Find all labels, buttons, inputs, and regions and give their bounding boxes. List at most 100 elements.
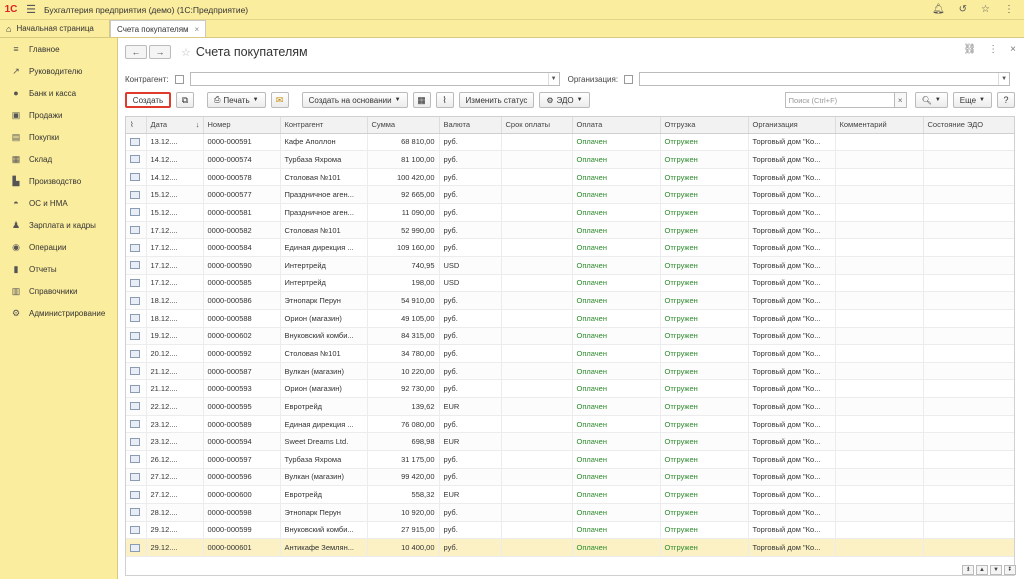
bell-icon[interactable]: 🔔︎ [932,4,945,15]
edo-button[interactable]: ⚙ ЭДО ▼ [539,92,590,108]
table-row[interactable]: 27.12.... 0000-000600 Евротрейд 558,32 EUR Оп… [126,485,1014,504]
table-row[interactable]: 27.12.... 0000-000596 Вулкан (магазин) 99 4… [126,468,1014,487]
more-icon[interactable]: ⋮ [1004,4,1014,15]
table-row[interactable]: 20.12.... 0000-000592 Столовая №101 34 780,… [126,344,1014,363]
cell-currency: руб. [439,185,502,205]
column-header[interactable]: Оплата [572,117,661,134]
column-header[interactable]: Состояние ЭДО [923,117,1014,134]
first-page-icon[interactable]: ⏫︎ [962,565,974,575]
chevron-down-icon[interactable]: ▼ [547,73,559,85]
column-header[interactable]: Отгрузка [660,117,749,134]
cell-organization: Торговый дом "Ко... [748,168,836,187]
document-structure-icon[interactable]: ▦ [412,92,431,108]
close-icon[interactable]: × [1010,44,1016,55]
table-row[interactable]: 17.12.... 0000-000582 Столовая №101 52 990,… [126,221,1014,240]
invoices-table[interactable]: ⌇ Дата ↓ Номер Контрагент Сумма Валюта Ср… [125,116,1015,576]
search-input[interactable]: Поиск (Ctrl+F) [784,92,895,108]
table-row[interactable]: 29.12.... 0000-000599 Внуковский комби... 2… [126,521,1014,540]
table-row[interactable]: 23.12.... 0000-000594 Sweet Dreams Ltd. 698… [126,432,1014,452]
table-row[interactable]: 17.12.... 0000-000585 Интертрейд 198,00 USD О… [126,274,1014,293]
sidebar-item-production[interactable]: ▙ Производство [0,170,117,192]
document-icon [130,278,140,287]
cell-edo-state [923,397,1014,416]
cell-due-date [501,256,573,275]
sidebar-item-bank[interactable]: ● Банк и касса [0,82,117,104]
more-icon[interactable]: ⋮ [988,44,998,55]
table-row[interactable]: 19.12.... 0000-000602 Внуковский комби... 8… [126,327,1014,346]
envelope-icon[interactable]: ✉ [270,92,289,108]
sidebar-item-manager[interactable]: ↗ Руководителю [0,60,117,82]
sidebar-item-main[interactable]: ≡ Главное [0,38,117,60]
star-icon[interactable]: ☆ [981,4,990,15]
tab-invoices[interactable]: Счета покупателям × [110,20,207,37]
close-icon[interactable]: × [195,25,200,34]
column-header[interactable]: Сумма [367,117,440,134]
sidebar-item-purchases[interactable]: ▤ Покупки [0,126,117,148]
column-header[interactable]: Организация [748,117,836,134]
more-button[interactable]: Еще ▼ [952,92,992,108]
change-status-button[interactable]: Изменить статус [458,92,535,108]
column-header[interactable]: Дата ↓ [146,117,204,134]
column-header[interactable]: Контрагент [280,117,368,134]
attachment-column-icon[interactable]: ⌇ [126,117,147,134]
main-menu-icon[interactable]: ☰ [22,3,40,16]
table-row[interactable]: 14.12.... 0000-000574 Турбаза Яхрома 81 100… [126,150,1014,169]
print-button[interactable]: ⎙ Печать ▼ [207,92,266,108]
table-row[interactable]: 23.12.... 0000-000589 Единая дирекция ... 7… [126,415,1014,434]
create-based-button[interactable]: Создать на основании ▼ [301,92,408,108]
search-button[interactable]: 🔍︎ ▼ [914,92,948,108]
cell-date: 14.12.... [146,150,204,169]
table-row[interactable]: 21.12.... 0000-000587 Вулкан (магазин) 10 2… [126,362,1014,381]
column-header[interactable]: Срок оплаты [501,117,573,134]
forward-button[interactable]: → [149,45,171,59]
tab-home[interactable]: ⌂ Начальная страница [0,20,110,37]
column-header[interactable]: Комментарий [835,117,924,134]
table-row[interactable]: 13.12.... 0000-000591 Кафе Аполлон 68 810,0… [126,133,1014,152]
favorite-star-icon[interactable]: ☆ [181,46,191,59]
page-up-icon[interactable]: ▲ [976,565,988,575]
sidebar-item-sales[interactable]: ▣ Продажи [0,104,117,126]
column-header[interactable]: Валюта [439,117,502,134]
clear-search-icon[interactable]: × [894,92,907,108]
history-icon[interactable]: ↺ [959,4,967,15]
table-row[interactable]: 21.12.... 0000-000593 Орион (магазин) 92 73… [126,379,1014,399]
help-button[interactable]: ? [997,92,1015,108]
column-header[interactable]: Номер [203,117,281,134]
organization-checkbox[interactable] [624,74,634,84]
table-row[interactable]: 28.12.... 0000-000598 Этнопарк Перун 10 920… [126,503,1014,522]
table-row[interactable]: 18.12.... 0000-000586 Этнопарк Перун 54 910… [126,291,1014,310]
last-page-icon[interactable]: ⏬︎ [1004,565,1016,575]
sidebar-item-admin[interactable]: ⚙ Администрирование [0,302,117,324]
table-row[interactable]: 18.12.... 0000-000588 Орион (магазин) 49 10… [126,309,1014,328]
table-row[interactable]: 22.12.... 0000-000595 Евротрейд 139,62 EUR Оп… [126,397,1014,416]
sidebar-item-operations[interactable]: ◉ Операции [0,236,117,258]
link-icon[interactable]: ⛓ [963,44,976,55]
sidebar-item-references[interactable]: ▥ Справочники [0,280,117,302]
table-row[interactable]: 17.12.... 0000-000590 Интертрейд 740,95 USD О… [126,256,1014,275]
table-row[interactable]: 29.12.... 0000-000601 Антикафе Землян... 10… [126,538,1014,557]
table-row[interactable]: 15.12.... 0000-000577 Праздничное аген... 9… [126,185,1014,205]
table-row[interactable]: 17.12.... 0000-000584 Единая дирекция ... 1… [126,238,1014,257]
tab-invoices-label: Счета покупателям [117,24,189,34]
cell-shipment-status: Отгружен [660,521,749,540]
cell-kontragent: Вулкан (магазин) [280,362,368,381]
attachment-icon[interactable]: ⌇ [435,92,454,108]
kontragent-checkbox[interactable] [174,74,184,84]
chevron-down-icon[interactable]: ▼ [998,73,1009,85]
sidebar-item-reports[interactable]: ▮ Отчеты [0,258,117,280]
sidebar-item-label: ОС и НМА [29,198,68,208]
back-button[interactable]: ← [125,45,147,59]
page-down-icon[interactable]: ▼ [990,565,1002,575]
kontragent-field[interactable]: ▼ [189,72,560,86]
sidebar-item-assets[interactable]: ◓ ОС и НМА [0,192,117,214]
copy-icon[interactable]: ⧉ [176,92,194,108]
table-row[interactable]: 15.12.... 0000-000581 Праздничное аген... 1… [126,203,1014,222]
sidebar-item-salary[interactable]: ♟ Зарплата и кадры [0,214,117,236]
organization-field[interactable]: ▼ [639,72,1011,86]
table-row[interactable]: 14.12.... 0000-000578 Столовая №101 100 420… [126,168,1014,187]
table-row[interactable]: 26.12.... 0000-000597 Турбаза Яхрома 31 175… [126,450,1014,469]
edo-label: ЭДО [556,95,574,105]
cell-comment [835,503,924,522]
sidebar-item-warehouse[interactable]: ▦ Склад [0,148,117,170]
create-button[interactable]: Создать [125,92,171,108]
